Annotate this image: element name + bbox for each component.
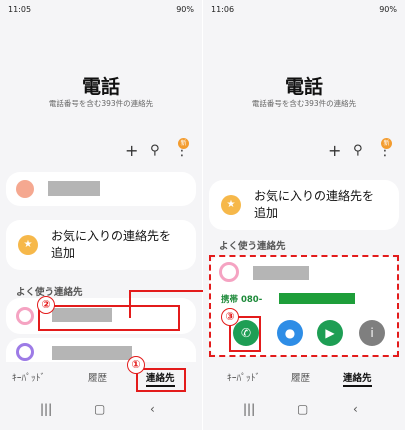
status-time: 11:06 <box>211 5 235 14</box>
back-icon[interactable]: ‹ <box>353 402 358 416</box>
system-nav-bar: ||| ▢ ‹ <box>203 400 405 422</box>
tab-keypad[interactable]: ｷｰﾊﾟｯﾄﾞ <box>227 370 260 384</box>
home-icon[interactable]: ▢ <box>297 402 308 416</box>
search-icon[interactable]: ⚲ <box>353 143 363 159</box>
page-title: 電話 <box>284 76 323 98</box>
tab-history[interactable]: 履歴 <box>291 370 310 384</box>
section-frequent-contacts: よく使う連絡先 <box>219 241 286 252</box>
step-marker-3: ③ <box>221 308 239 326</box>
favorites-text-line2: 追加 <box>254 206 279 220</box>
new-badge: 新 <box>381 138 392 149</box>
favorites-text: お気に入りの連絡先を 追加 <box>254 188 374 222</box>
phone-screen-right: 11:06 90% 電話 電話番号を含む393件の連絡先 + ⚲ ⋮ 新 ★ お… <box>203 0 405 430</box>
favorites-text-line1: お気に入りの連絡先を <box>254 189 375 203</box>
tab-contacts[interactable]: 連絡先 <box>343 370 372 387</box>
page-subtitle: 電話番号を含む393件の連絡先 <box>251 99 357 108</box>
status-bar: 11:06 90% <box>203 3 405 17</box>
battery-level: 90% <box>379 5 397 14</box>
add-icon[interactable]: + <box>328 143 341 159</box>
add-favorites-card[interactable]: ★ お気に入りの連絡先を 追加 <box>209 180 399 230</box>
active-tab-underline <box>343 385 372 387</box>
bottom-tabs: ｷｰﾊﾟｯﾄﾞ 履歴 連絡先 <box>203 362 405 388</box>
menu-icon[interactable]: ||| <box>243 402 255 416</box>
star-icon: ★ <box>221 195 241 215</box>
tab-contacts-label: 連絡先 <box>343 373 372 384</box>
